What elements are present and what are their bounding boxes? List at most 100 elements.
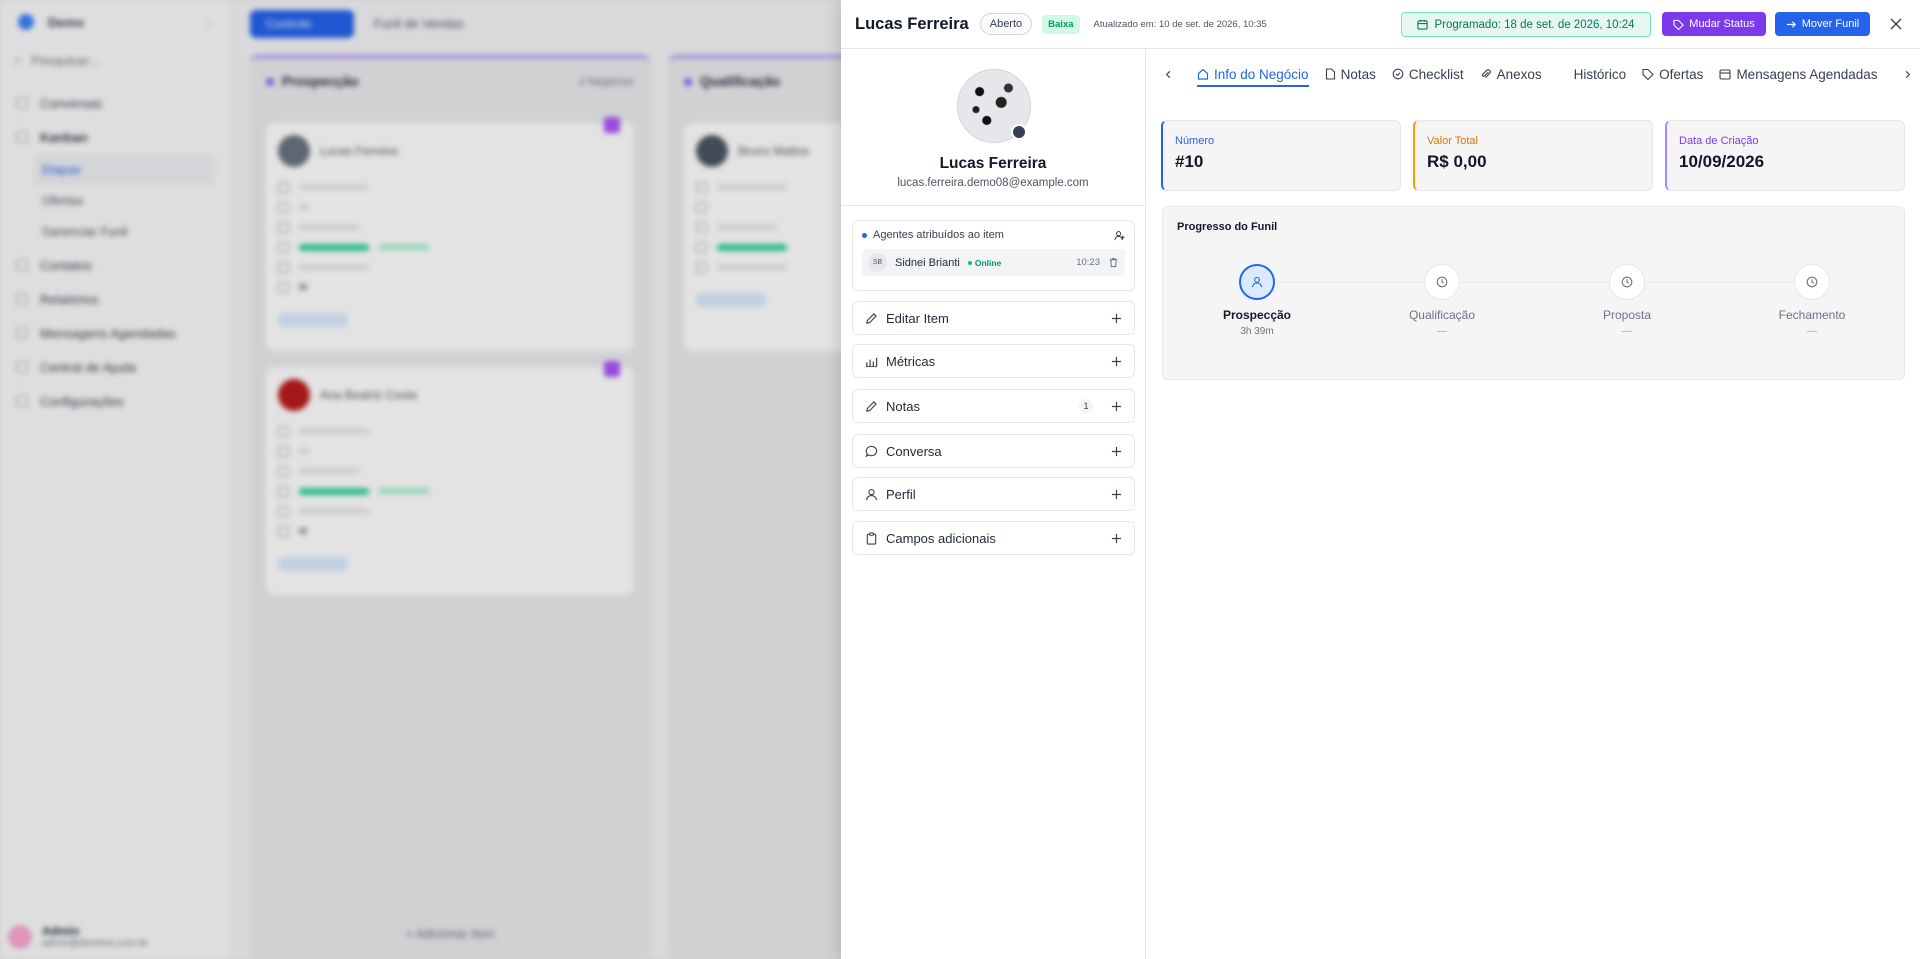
plus-icon [1111, 446, 1122, 456]
tabs-next-button[interactable] [1894, 61, 1920, 87]
stat-card-data-criacao: Data de Criação 10/09/2026 [1665, 120, 1905, 191]
plus-icon [1111, 356, 1122, 366]
stage-circle [1609, 264, 1645, 300]
stage-name: Prospecção [1222, 308, 1292, 322]
accordion-campos-adicionais[interactable]: Campos adicionais [852, 521, 1135, 555]
stage-time: 3h 39m [1240, 326, 1274, 337]
panel-left-column: Lucas Ferreira lucas.ferreira.demo08@exa… [841, 49, 1146, 959]
move-funnel-button[interactable]: Mover Funil [1775, 12, 1870, 36]
accordion-perfil[interactable]: Perfil [852, 477, 1135, 511]
bullet-dot [862, 232, 867, 238]
stage-time: — [1807, 326, 1817, 337]
chevron-left-icon [1165, 70, 1170, 78]
accordion-metricas[interactable]: Métricas [852, 344, 1135, 378]
accordion-label: Perfil [886, 486, 916, 502]
plus-icon [1111, 489, 1122, 499]
tab-checklist[interactable]: Checklist [1392, 49, 1464, 99]
add-agent-icon[interactable] [1114, 230, 1125, 241]
accordion-label: Notas [886, 398, 920, 414]
chat-icon [865, 445, 878, 457]
stage-circle [1794, 264, 1830, 300]
agents-title: Agentes atribuídos ao item [873, 229, 1004, 241]
stat-card-valor-total: Valor Total R$ 0,00 [1413, 120, 1653, 191]
arrow-right-icon [1786, 20, 1796, 28]
tab-label: Notas [1340, 66, 1376, 82]
paperclip-icon [1481, 69, 1491, 78]
tab-mensagens-agendadas[interactable]: Mensagens Agendadas [1719, 49, 1878, 99]
agent-row: SB Sidnei Brianti Online 10:23 [862, 249, 1125, 276]
clipboard-icon [866, 531, 877, 545]
stat-label: Número [1175, 135, 1215, 147]
stage-time: — [1437, 326, 1447, 337]
updated-timestamp: Atualizado em: 10 de set. de 2026, 10:35 [1093, 18, 1267, 30]
stage-name: Fechamento [1778, 308, 1846, 322]
close-button[interactable] [1884, 12, 1908, 36]
calendar-icon [1719, 69, 1731, 80]
tab-anexos[interactable]: Anexos [1480, 49, 1542, 99]
clock-icon [1436, 276, 1448, 288]
accordion-editar-item[interactable]: Editar Item [852, 301, 1135, 335]
tab-info-negocio[interactable]: Info do Negócio [1197, 49, 1309, 99]
user-icon [866, 488, 877, 500]
agent-initials: SB [868, 253, 887, 272]
stat-card-numero: Número #10 [1161, 120, 1401, 191]
panel-header: Lucas Ferreira Aberto Baixa Atualizado e… [841, 0, 1920, 49]
stat-value: #10 [1175, 152, 1204, 171]
agent-online-status: Online [968, 258, 1001, 268]
funnel-progress-card: Progresso do Funil Prospecção 3h 39m Qua… [1162, 206, 1905, 380]
change-status-label: Mudar Status [1689, 18, 1755, 30]
tabs-prev-button[interactable] [1155, 61, 1181, 87]
check-circle-icon [1392, 68, 1404, 80]
stage-time: — [1622, 326, 1632, 337]
status-badge: Aberto [979, 13, 1033, 35]
stat-value: R$ 0,00 [1427, 152, 1487, 171]
clock-icon [1621, 276, 1633, 288]
accordion-conversa[interactable]: Conversa [852, 434, 1135, 468]
stage-circle [1424, 264, 1460, 300]
stage-name: Qualificação [1408, 308, 1476, 322]
accordion-label: Conversa [886, 443, 942, 459]
tag-icon [1673, 19, 1685, 30]
accordion-notas[interactable]: Notas 1 [852, 389, 1135, 423]
pencil-icon [866, 400, 877, 412]
change-status-button[interactable]: Mudar Status [1662, 12, 1766, 36]
tab-label: Mensagens Agendadas [1736, 66, 1878, 82]
contact-profile: Lucas Ferreira lucas.ferreira.demo08@exa… [841, 49, 1145, 206]
agent-time: 10:23 [1076, 257, 1100, 268]
accordion-label: Campos adicionais [886, 530, 996, 546]
tab-label: Ofertas [1659, 66, 1704, 82]
tab-historico[interactable]: Histórico [1574, 49, 1627, 99]
stat-label: Data de Criação [1679, 135, 1759, 147]
priority-badge: Baixa [1042, 14, 1080, 34]
assigned-agents-card: Agentes atribuídos ao item SB Sidnei Bri… [852, 220, 1135, 291]
stage-name: Proposta [1602, 308, 1652, 322]
chart-icon [865, 357, 878, 367]
progress-track [1257, 282, 1813, 283]
deal-title: Lucas Ferreira [855, 14, 969, 33]
stage-fechamento: Fechamento — [1752, 264, 1872, 337]
pencil-icon [866, 312, 877, 324]
contact-email: lucas.ferreira.demo08@example.com [897, 177, 1089, 189]
user-icon [1252, 276, 1262, 288]
trash-icon[interactable] [1108, 257, 1119, 268]
home-icon [1197, 68, 1209, 80]
chevron-right-icon [1905, 70, 1910, 78]
presence-indicator [1011, 124, 1027, 140]
stage-qualificacao: Qualificação — [1382, 264, 1502, 337]
scheduled-badge[interactable]: Programado: 18 de set. de 2026, 10:24 [1401, 12, 1651, 37]
stat-label: Valor Total [1427, 135, 1478, 147]
stat-value: 10/09/2026 [1679, 152, 1765, 171]
move-funnel-label: Mover Funil [1801, 18, 1860, 30]
stage-circle [1239, 264, 1275, 300]
tab-ofertas[interactable]: Ofertas [1642, 49, 1703, 99]
accordion-label: Métricas [886, 353, 936, 369]
tab-bar: Info do Negócio Notas Checklist Anexos H… [1147, 49, 1920, 99]
tag-icon [1642, 68, 1654, 80]
tab-label: Info do Negócio [1214, 66, 1309, 82]
accordion-label: Editar Item [886, 310, 949, 326]
progress-title: Progresso do Funil [1177, 221, 1278, 233]
tab-notas[interactable]: Notas [1325, 49, 1376, 99]
stage-proposta: Proposta — [1567, 264, 1687, 337]
clock-icon [1806, 276, 1818, 288]
contact-name: Lucas Ferreira [939, 155, 1047, 172]
